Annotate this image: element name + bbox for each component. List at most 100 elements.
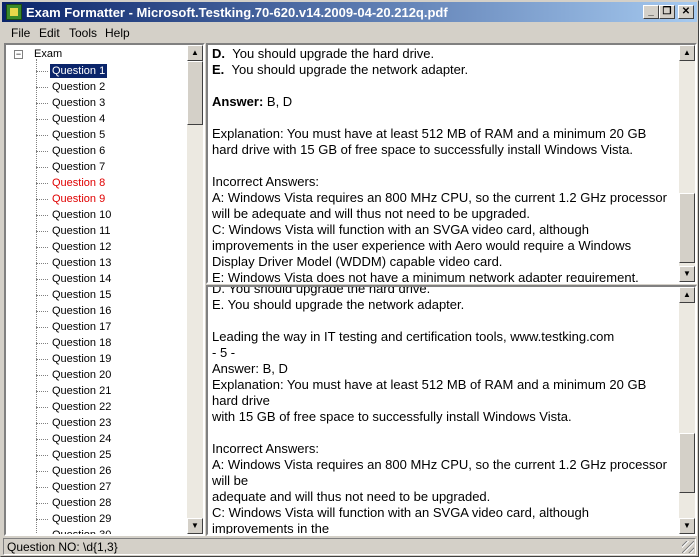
arrow-up-icon: ▲ [683, 290, 691, 299]
tree-item-question[interactable]: Question 24 [36, 431, 166, 447]
tree-item-question[interactable]: Question 22 [36, 399, 166, 415]
tree-item-label: Question 17 [52, 321, 112, 333]
tree-item-question[interactable]: Question 11 [36, 223, 166, 239]
tree-item-label: Question 4 [52, 113, 106, 125]
tree-item-question[interactable]: Question 2 [36, 79, 166, 95]
tree-item-question[interactable]: Question 4 [36, 111, 166, 127]
scroll-up-button[interactable]: ▲ [679, 287, 695, 303]
tree-item-question[interactable]: Question 6 [36, 143, 166, 159]
tree-item-question[interactable]: Question 13 [36, 255, 166, 271]
tree-item-question[interactable]: Question 5 [36, 127, 166, 143]
tree-connector [36, 215, 48, 216]
tree-item-question[interactable]: Question 29 [36, 511, 166, 527]
tree-item-question[interactable]: Question 26 [36, 463, 166, 479]
tree-connector [36, 311, 48, 312]
tree-connector [36, 343, 48, 344]
tree-connector [36, 359, 48, 360]
tree-connector [36, 199, 48, 200]
tree-connector [36, 503, 48, 504]
tree-item-label: Question 27 [52, 481, 112, 493]
tree-item-question[interactable]: Question 19 [36, 351, 166, 367]
scroll-thumb[interactable] [679, 193, 695, 263]
tree-item-question[interactable]: Question 14 [36, 271, 166, 287]
tree-item-question[interactable]: Question 1 [36, 63, 166, 79]
status-bar: Question NO: \d{1,3} [3, 538, 696, 555]
question-scrollbar[interactable]: ▲ ▼ [679, 45, 695, 282]
tree-item-question[interactable]: Question 7 [36, 159, 166, 175]
tree-item-label: Question 23 [52, 417, 112, 429]
scroll-down-button[interactable]: ▼ [679, 518, 695, 534]
tree-item-label: Question 1 [50, 64, 108, 78]
scroll-down-button[interactable]: ▼ [187, 518, 203, 534]
scroll-up-button[interactable]: ▲ [679, 45, 695, 61]
tree-item-question[interactable]: Question 20 [36, 367, 166, 383]
tree-item-label: Question 7 [52, 161, 106, 173]
collapse-icon[interactable]: − [14, 50, 23, 59]
tree-item-question[interactable]: Question 27 [36, 479, 166, 495]
tree-item-label: Question 18 [52, 337, 112, 349]
tree-item-question[interactable]: Question 25 [36, 447, 166, 463]
option-d: D. You should upgrade the hard drive. [212, 46, 675, 62]
tree-item-question[interactable]: Question 23 [36, 415, 166, 431]
tree-item-question[interactable]: Question 15 [36, 287, 166, 303]
close-button[interactable]: ✕ [678, 5, 694, 19]
tree-item-question[interactable]: Question 18 [36, 335, 166, 351]
app-icon[interactable] [6, 4, 22, 20]
arrow-up-icon: ▲ [191, 48, 199, 57]
tree-item-question[interactable]: Question 3 [36, 95, 166, 111]
menu-edit[interactable]: Edit [39, 26, 60, 40]
title-bar[interactable]: Exam Formatter - Microsoft.Testking.70-6… [2, 2, 697, 22]
tree-item-question[interactable]: Question 21 [36, 383, 166, 399]
answer-line: Answer: B, D [212, 94, 675, 110]
tree-item-label: Question 6 [52, 145, 106, 157]
restore-icon: ❐ [662, 6, 672, 17]
scroll-thumb[interactable] [187, 61, 203, 125]
tree-item-question[interactable]: Question 17 [36, 319, 166, 335]
tree-item-label: Question 16 [52, 305, 112, 317]
scroll-up-button[interactable]: ▲ [187, 45, 203, 61]
arrow-down-icon: ▼ [683, 269, 691, 278]
tree-item-label: Question 12 [52, 241, 112, 253]
option-d-text: You should upgrade the hard drive. [232, 46, 435, 61]
menu-tools[interactable]: Tools [69, 26, 97, 40]
option-e: E. You should upgrade the network adapte… [212, 62, 675, 78]
option-d-letter: D. [212, 46, 225, 61]
raw-text-pane[interactable]: D. You should upgrade the hard drive. E.… [206, 285, 697, 536]
tree-scrollbar[interactable]: ▲ ▼ [187, 45, 203, 534]
tree-connector [36, 295, 48, 296]
scroll-down-button[interactable]: ▼ [679, 266, 695, 282]
tree-item-question[interactable]: Question 9 [36, 191, 166, 207]
question-tree: − Exam Question 1 Question 2 Question 3 Que… [6, 45, 187, 534]
tree-connector [36, 279, 48, 280]
menu-help[interactable]: Help [105, 26, 130, 40]
tree-connector [36, 183, 48, 184]
tree-item-question[interactable]: Question 12 [36, 239, 166, 255]
resize-grip-icon[interactable] [682, 541, 694, 553]
tree-item-question[interactable]: Question 16 [36, 303, 166, 319]
tree-item-label: Question 22 [52, 401, 112, 413]
answer-value: B, D [263, 94, 293, 109]
tree-item-label: Question 14 [52, 273, 112, 285]
menu-file[interactable]: File [11, 26, 30, 40]
formatted-question-pane[interactable]: D. You should upgrade the hard drive. E. … [206, 43, 697, 284]
tree-item-question[interactable]: Question 28 [36, 495, 166, 511]
tree-item-label: Question 3 [52, 97, 106, 109]
raw-text-scrollbar[interactable]: ▲ ▼ [679, 287, 695, 534]
option-e-text: You should upgrade the network adapter. [231, 62, 469, 77]
minimize-icon: _ [648, 6, 654, 17]
maximize-button[interactable]: ❐ [659, 5, 675, 19]
tree-item-label: Question 24 [52, 433, 112, 445]
minimize-button[interactable]: _ [643, 5, 659, 19]
tree-item-label: Question 30 [52, 529, 112, 536]
window-title: Exam Formatter - Microsoft.Testking.70-6… [26, 5, 448, 20]
question-tree-pane[interactable]: − Exam Question 1 Question 2 Question 3 Que… [4, 43, 205, 536]
incorrect-answers-text: Incorrect Answers: A: Windows Vista requ… [212, 174, 667, 284]
tree-item-question[interactable]: Question 8 [36, 175, 166, 191]
tree-item-question[interactable]: Question 30 [36, 527, 166, 536]
tree-item-question[interactable]: Question 10 [36, 207, 166, 223]
tree-connector [36, 471, 48, 472]
scroll-thumb[interactable] [679, 433, 695, 493]
formatted-question-text: D. You should upgrade the hard drive. E. … [212, 46, 675, 284]
app-window: Exam Formatter - Microsoft.Testking.70-6… [0, 0, 699, 557]
tree-connector [36, 103, 48, 104]
